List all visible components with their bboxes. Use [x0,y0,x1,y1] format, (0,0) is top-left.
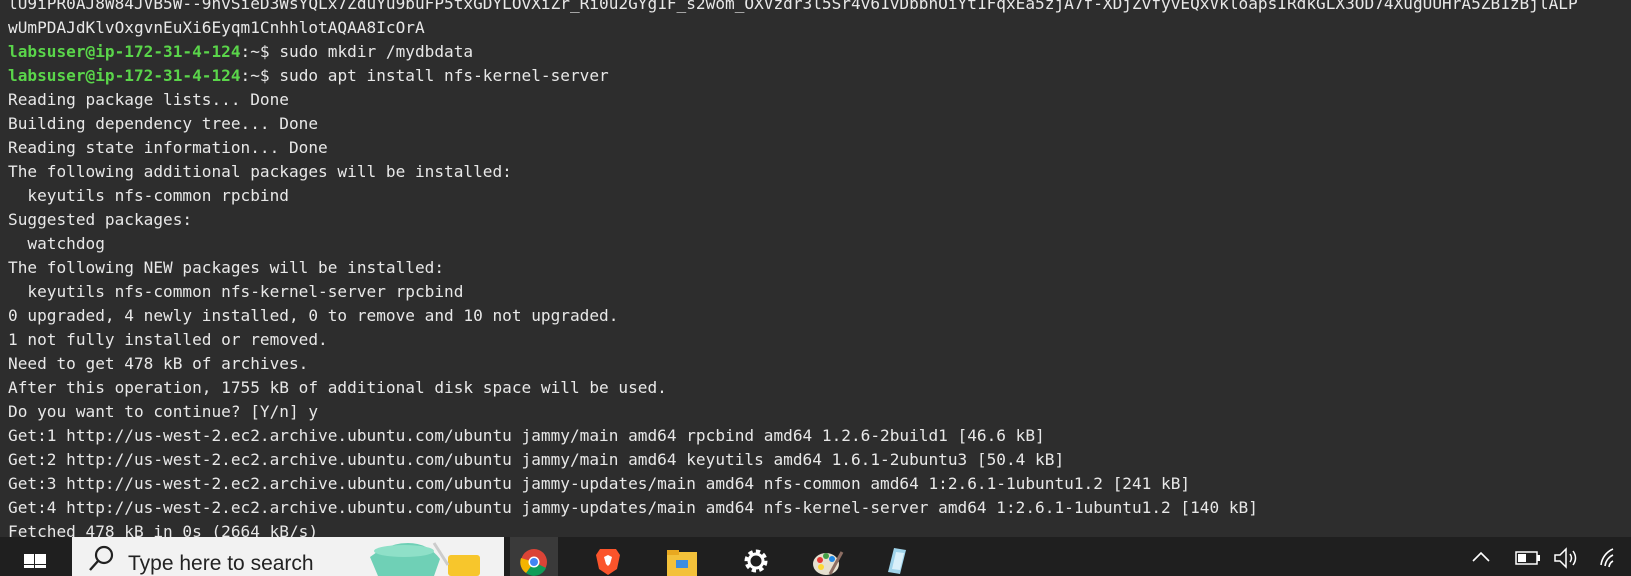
terminal-output-line: lU9iPR0AJ8W84JVB5W--9hvSieD3WsYQLx7ZduYu… [8,0,1578,13]
terminal-output-line: Need to get 478 kB of archives. [8,354,309,373]
search-highlight-image-icon [370,542,480,576]
prompt-path: :~$ [240,42,270,61]
windows-logo-icon [24,553,46,568]
terminal-output-line: After this operation, 1755 kB of additio… [8,378,667,397]
terminal-output-line: Building dependency tree... Done [8,114,319,133]
search-placeholder: Type here to search [128,551,314,575]
taskbar-app-chrome[interactable] [510,537,558,576]
brave-icon [596,548,620,575]
terminal-output-line: keyutils nfs-common nfs-kernel-server rp… [8,282,464,301]
prompt-path: :~$ [240,66,270,85]
terminal-output-line: keyutils nfs-common rpcbind [8,186,289,205]
terminal-output-line: Fetched 478 kB in 0s (2664 kB/s) [8,522,319,537]
taskbar-app-settings[interactable] [736,537,776,576]
terminal-output-line: wUmPDAJdKlvOxgvnEuXi6Eyqm1CnhhlotAQAA8Ic… [8,18,425,37]
system-tray [1451,537,1631,576]
terminal-output-line: Get:4 http://us-west-2.ec2.archive.ubunt… [8,498,1258,517]
paint-icon [813,550,844,575]
terminal-output-line: Get:1 http://us-west-2.ec2.archive.ubunt… [8,426,1045,445]
start-button[interactable] [0,537,70,576]
prompt-user-host: labsuser@ip-172-31-4-124 [8,42,241,61]
terminal-output-line: 1 not fully installed or removed. [8,330,328,349]
taskbar-app-paint[interactable] [808,537,848,576]
battery-icon[interactable] [1515,551,1541,565]
terminal-output-line: 0 upgraded, 4 newly installed, 0 to remo… [8,306,619,325]
taskbar-app-brave[interactable] [588,537,628,576]
terminal-output-line: Reading state information... Done [8,138,328,157]
terminal-output-line: Suggested packages: [8,210,193,229]
wifi-icon[interactable] [1599,545,1623,571]
prompt-command: sudo mkdir /mydbdata [269,42,474,61]
prompt-command: sudo apt install nfs-kernel-server [269,66,609,85]
settings-gear-icon [744,549,768,572]
chevron-up-icon[interactable] [1471,551,1491,563]
chrome-icon [520,548,547,576]
terminal-output-line: The following additional packages will b… [8,162,512,181]
terminal-prompt-line: labsuser@ip-172-31-4-124:~$ sudo mkdir /… [8,40,1631,64]
taskbar-app-file-explorer[interactable] [662,537,702,576]
terminal-output-line: Reading package lists... Done [8,90,289,109]
terminal-output-line: The following NEW packages will be insta… [8,258,445,277]
terminal-output: lU9iPR0AJ8W84JVB5W--9hvSieD3WsYQLx7ZduYu… [8,0,1631,537]
terminal-window[interactable]: lU9iPR0AJ8W84JVB5W--9hvSieD3WsYQLx7ZduYu… [0,0,1631,537]
file-explorer-icon [667,549,697,576]
terminal-output-line: Get:3 http://us-west-2.ec2.archive.ubunt… [8,474,1191,493]
taskbar-app-notepad[interactable] [878,537,918,576]
notepad-icon [888,547,906,574]
taskbar: Type here to search [0,537,1631,576]
search-icon [89,545,114,571]
volume-icon[interactable] [1553,547,1579,569]
terminal-output-line: Get:2 http://us-west-2.ec2.archive.ubunt… [8,450,1065,469]
terminal-output-line: watchdog [8,234,105,253]
search-box[interactable]: Type here to search [72,537,504,576]
prompt-user-host: labsuser@ip-172-31-4-124 [8,66,241,85]
terminal-output-line: Do you want to continue? [Y/n] y [8,402,319,421]
terminal-prompt-line: labsuser@ip-172-31-4-124:~$ sudo apt ins… [8,64,1631,88]
